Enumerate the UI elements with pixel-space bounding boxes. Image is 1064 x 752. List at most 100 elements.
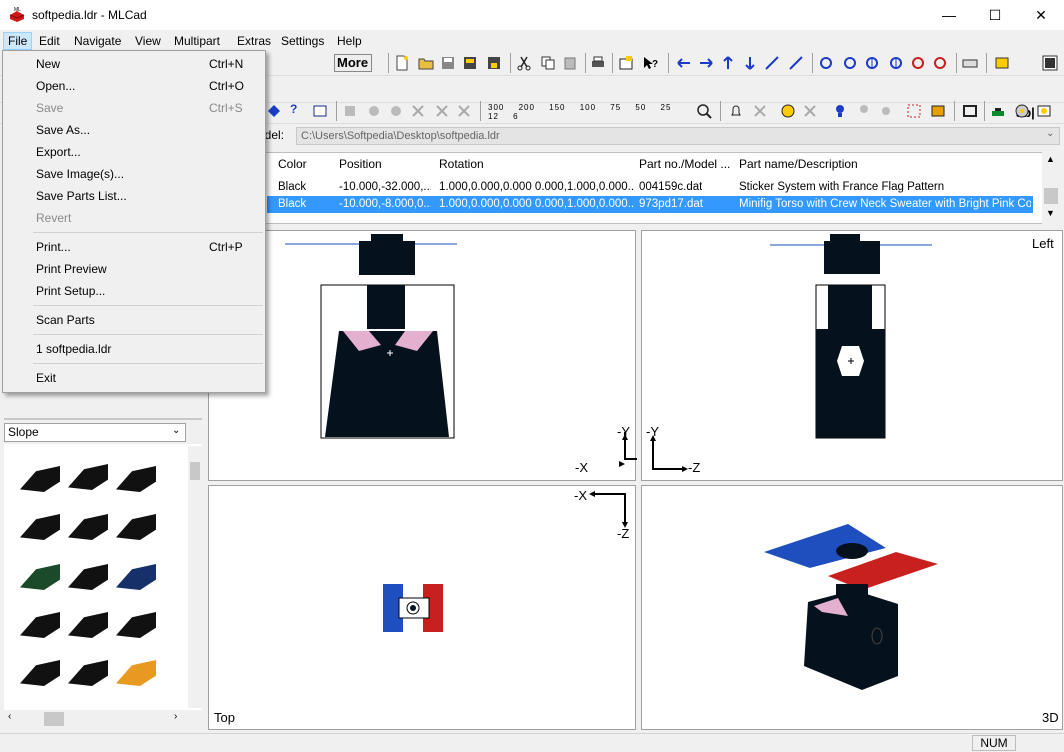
scroll-right-icon[interactable]: ›	[174, 711, 177, 722]
part-thumbnail[interactable]	[20, 514, 60, 540]
chevron-down-icon[interactable]: ⌄	[1046, 128, 1054, 139]
menu-item-recent-file[interactable]: 1 softpedia.ldr	[36, 342, 266, 356]
model-path-field[interactable]: C:\Users\Softpedia\Desktop\softpedia.ldr	[296, 127, 1060, 145]
scroll-down-icon[interactable]: ▼	[1046, 208, 1055, 218]
part-thumbnail[interactable]	[20, 660, 60, 686]
menu-extras[interactable]: Extras	[233, 32, 275, 50]
book-icon[interactable]	[930, 103, 946, 119]
column-header-position[interactable]: Position	[339, 157, 382, 171]
part-thumbnail[interactable]	[116, 466, 156, 492]
menu-file[interactable]: File	[3, 32, 33, 50]
move-forward-icon[interactable]	[764, 55, 780, 71]
part-thumbnail[interactable]	[20, 612, 60, 638]
diamond-icon[interactable]	[266, 103, 282, 119]
part-thumbnail[interactable]	[116, 564, 156, 590]
column-header-color[interactable]: Color	[278, 157, 307, 171]
menu-item-open[interactable]: Open... Ctrl+O	[36, 79, 266, 93]
parts-horizontal-scrollbar[interactable]: ‹ ›	[4, 710, 184, 728]
bulb-group-icon[interactable]	[994, 55, 1010, 71]
maximize-button[interactable]: ☐	[972, 0, 1018, 30]
column-header-description[interactable]: Part name/Description	[739, 157, 858, 171]
disabled-tool-icon[interactable]	[434, 103, 450, 119]
part-thumbnail[interactable]	[20, 466, 60, 492]
parts-vertical-scrollbar[interactable]	[188, 446, 202, 708]
copy-icon[interactable]	[540, 55, 556, 71]
properties-icon[interactable]	[618, 55, 634, 71]
menu-settings[interactable]: Settings	[277, 32, 328, 50]
menu-item-scan-parts[interactable]: Scan Parts	[36, 313, 266, 327]
part-thumbnail[interactable]	[116, 612, 156, 638]
rotate-x-back-icon[interactable]	[842, 55, 858, 71]
menu-view[interactable]: View	[131, 32, 165, 50]
grid-dots-icon[interactable]	[906, 103, 922, 119]
scroll-thumb[interactable]	[44, 712, 64, 726]
disabled-tool-icon[interactable]	[388, 103, 404, 119]
rotate-z-back-icon[interactable]	[932, 55, 948, 71]
menu-item-save[interactable]: Save Ctrl+S	[36, 101, 266, 115]
zoom-fit-icon[interactable]	[696, 103, 712, 119]
disabled-tool-icon[interactable]	[456, 103, 472, 119]
menu-item-print-preview[interactable]: Print Preview	[36, 262, 266, 276]
help-cursor-icon[interactable]: ?	[642, 55, 658, 71]
cut-icon[interactable]	[516, 55, 532, 71]
disabled-tool-icon[interactable]	[752, 103, 768, 119]
move-back-icon[interactable]	[788, 55, 804, 71]
scroll-thumb[interactable]	[1044, 188, 1058, 204]
column-header-part-no[interactable]: Part no./Model ...	[639, 157, 730, 171]
rotate-x-icon[interactable]	[818, 55, 834, 71]
part-thumbnail[interactable]	[116, 660, 156, 686]
front-view[interactable]: -Y -X	[208, 230, 637, 481]
close-button[interactable]: ✕	[1018, 0, 1064, 30]
disabled-tool-icon[interactable]	[342, 103, 358, 119]
menu-item-new[interactable]: New Ctrl+N	[36, 57, 266, 71]
part-thumbnail[interactable]	[68, 464, 108, 490]
part-thumbnail[interactable]	[68, 514, 108, 540]
save-icon[interactable]	[440, 55, 456, 71]
menu-navigate[interactable]: Navigate	[70, 32, 125, 50]
3d-view[interactable]: 3D	[641, 485, 1063, 730]
table-row-selected[interactable]: Black -10.000,-8.000,0... 1.000,0.000,0.…	[267, 196, 1033, 213]
save-image-icon[interactable]	[462, 55, 478, 71]
column-header-rotation[interactable]: Rotation	[439, 157, 484, 171]
part-thumbnail[interactable]	[68, 660, 108, 686]
rotate-y-icon[interactable]	[864, 55, 880, 71]
new-file-icon[interactable]	[394, 55, 410, 71]
scroll-up-icon[interactable]: ▲	[1046, 154, 1055, 164]
table-row[interactable]: Black -10.000,-32.000,... 1.000,0.000,0.…	[267, 179, 1033, 196]
open-folder-icon[interactable]	[418, 55, 434, 71]
move-right-icon[interactable]	[698, 55, 714, 71]
query-icon[interactable]: ?	[290, 102, 297, 116]
part-thumbnail[interactable]	[68, 612, 108, 638]
more-button[interactable]: More	[334, 54, 372, 72]
menu-multipart[interactable]: Multipart	[170, 32, 224, 50]
menu-item-print-setup[interactable]: Print Setup...	[36, 284, 266, 298]
bell-icon[interactable]	[728, 103, 744, 119]
save-parts-icon[interactable]	[486, 55, 502, 71]
grid-icon[interactable]	[1042, 55, 1058, 71]
table-scrollbar[interactable]: ▲ ▼	[1042, 152, 1060, 224]
keyboard-icon[interactable]	[962, 55, 978, 71]
paste-icon[interactable]	[562, 55, 578, 71]
brick-green-icon[interactable]	[990, 103, 1006, 119]
part-thumbnail[interactable]	[68, 564, 108, 590]
print-icon[interactable]	[590, 55, 606, 71]
menu-item-exit[interactable]: Exit	[36, 371, 266, 385]
disabled-tool-icon[interactable]	[410, 103, 426, 119]
parts-table[interactable]: Color Position Rotation Part no./Model .…	[210, 152, 1060, 224]
screen-capture-icon[interactable]	[1036, 103, 1052, 119]
left-view[interactable]: Left -Y -Z	[641, 230, 1063, 481]
menu-item-save-images[interactable]: Save Image(s)...	[36, 167, 266, 181]
move-down-icon[interactable]	[742, 55, 758, 71]
bulb-icon[interactable]	[832, 103, 848, 119]
menu-item-export[interactable]: Export...	[36, 145, 266, 159]
move-up-icon[interactable]	[720, 55, 736, 71]
cd-icon[interactable]	[1014, 103, 1030, 119]
move-left-icon[interactable]	[676, 55, 692, 71]
minimize-button[interactable]: —	[926, 0, 972, 30]
rotate-z-icon[interactable]	[910, 55, 926, 71]
window-icon[interactable]	[312, 103, 328, 119]
parts-list[interactable]	[4, 444, 202, 710]
part-thumbnail[interactable]	[20, 564, 60, 590]
menu-item-save-as[interactable]: Save As...	[36, 123, 266, 137]
menu-help[interactable]: Help	[333, 32, 366, 50]
